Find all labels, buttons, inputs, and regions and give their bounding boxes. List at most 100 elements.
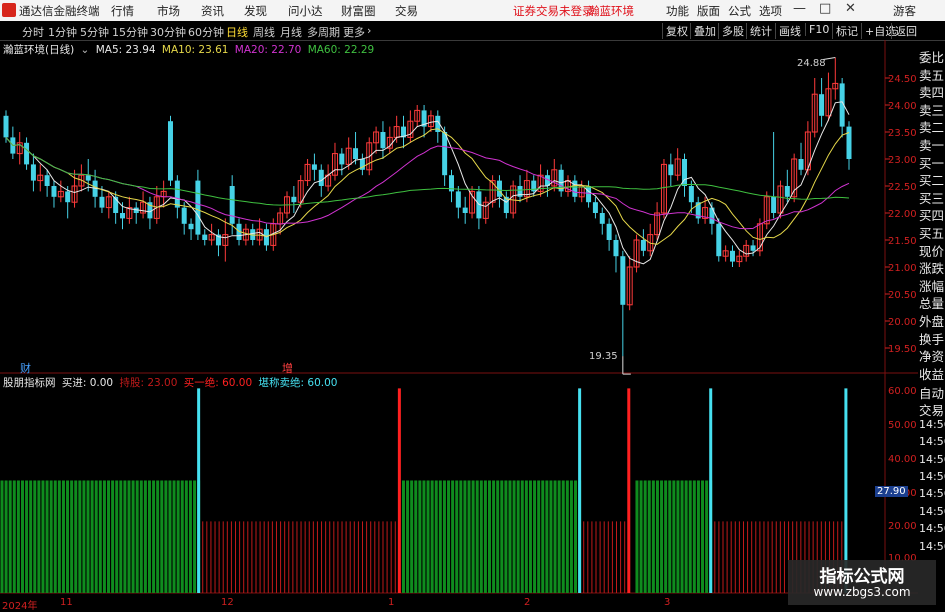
- menu-item-discover[interactable]: 发现: [244, 3, 267, 19]
- period-60min[interactable]: 60分钟: [188, 24, 224, 40]
- side-panel-item[interactable]: 卖四: [919, 82, 944, 101]
- side-panel-item[interactable]: 买四: [919, 205, 944, 224]
- signal-bar: [41, 480, 45, 593]
- period-30min[interactable]: 30分钟: [150, 24, 186, 40]
- user-label[interactable]: 游客: [893, 3, 916, 19]
- side-panel-item[interactable]: 卖二: [919, 117, 944, 136]
- side-panel-item[interactable]: 14:56: [919, 487, 945, 500]
- side-panel-item[interactable]: 买三: [919, 188, 944, 207]
- period-multi[interactable]: 多周期: [307, 24, 340, 40]
- signal-bar: [463, 480, 467, 593]
- restore-rights-button[interactable]: 复权: [662, 23, 688, 39]
- chevron-down-icon[interactable]: ⌄: [81, 44, 90, 56]
- period-monthly[interactable]: 月线: [280, 24, 302, 40]
- period-15min[interactable]: 15分钟: [112, 24, 148, 40]
- signal-bar: [512, 480, 516, 593]
- side-panel-item[interactable]: 涨幅: [919, 276, 944, 295]
- f10-button[interactable]: F10: [805, 23, 829, 36]
- side-panel-item[interactable]: 买五: [919, 223, 944, 242]
- side-panel-item[interactable]: 买一: [919, 153, 944, 172]
- signal-bar: [102, 480, 106, 593]
- signal-bar: [57, 480, 61, 593]
- side-panel-item[interactable]: 现价: [919, 241, 944, 260]
- side-panel-item[interactable]: 买二: [919, 170, 944, 189]
- period-weekly[interactable]: 周线: [253, 24, 275, 40]
- multi-stock-button[interactable]: 多股: [718, 23, 744, 39]
- side-panel-item[interactable]: 委比: [919, 47, 944, 66]
- candle-body: [599, 213, 605, 224]
- add-marker[interactable]: 增: [282, 360, 293, 376]
- finance-marker[interactable]: 财: [20, 360, 31, 376]
- time-tick: 2024年: [2, 601, 38, 612]
- side-panel-item[interactable]: 14:56: [919, 453, 945, 466]
- side-panel-item[interactable]: 14:56: [919, 540, 945, 553]
- signal-bar: [684, 480, 688, 593]
- kline-chart[interactable]: [0, 40, 918, 609]
- quote-side-panel: 委比 卖五 卖四 卖三 卖二 卖一 买一 买二 买三 买四 买五 现价 涨跌 涨幅 总量 外盘 换手 净资 收益 自动…: [918, 40, 945, 609]
- menu-item-options[interactable]: 选项: [759, 3, 782, 19]
- side-panel-item[interactable]: 自动: [919, 383, 944, 402]
- candle-body: [709, 207, 715, 224]
- back-button[interactable]: 返回: [891, 23, 917, 39]
- side-panel-item[interactable]: 收益: [919, 364, 944, 383]
- side-panel-item[interactable]: 14:56: [919, 435, 945, 448]
- period-timeshare[interactable]: 分时: [22, 24, 44, 40]
- side-panel-item[interactable]: 卖五: [919, 65, 944, 84]
- signal-bar: [574, 480, 578, 593]
- draw-line-button[interactable]: 画线: [775, 23, 801, 39]
- signal-bar: [422, 480, 426, 593]
- signal-bar: [668, 480, 672, 593]
- side-panel-item[interactable]: 14:56: [919, 522, 945, 535]
- signal-bar: [528, 480, 532, 593]
- menu-item-news[interactable]: 资讯: [201, 3, 224, 19]
- side-panel-item[interactable]: 14:56: [919, 470, 945, 483]
- overlay-button[interactable]: 叠加: [690, 23, 716, 39]
- chevron-right-icon[interactable]: ›: [367, 24, 371, 37]
- side-panel-item[interactable]: 外盘: [919, 311, 944, 330]
- watermark-title: 指标公式网: [819, 567, 905, 587]
- signal-bar: [20, 480, 24, 593]
- menu-item-wealth[interactable]: 财富圈: [341, 3, 376, 19]
- side-panel-item[interactable]: 14:56: [919, 418, 945, 431]
- side-panel-item[interactable]: 卖三: [919, 100, 944, 119]
- menu-item-quotes[interactable]: 行情: [111, 3, 134, 19]
- signal-bar: [418, 480, 422, 593]
- stats-button[interactable]: 统计: [746, 23, 772, 39]
- side-panel-item[interactable]: 卖一: [919, 135, 944, 154]
- menu-item-formula[interactable]: 公式: [728, 3, 751, 19]
- candle-body: [819, 94, 825, 116]
- side-panel-item[interactable]: 净资: [919, 346, 944, 365]
- period-1min[interactable]: 1分钟: [48, 24, 77, 40]
- side-panel-item[interactable]: 涨跌: [919, 258, 944, 277]
- signal-bar: [516, 480, 520, 593]
- candle-body: [339, 153, 345, 165]
- maximize-icon[interactable]: □: [819, 1, 831, 16]
- signal-bar: [147, 480, 151, 593]
- candle-body: [613, 240, 619, 257]
- cursor-value-badge: 27.90: [875, 486, 908, 497]
- period-5min[interactable]: 5分钟: [80, 24, 109, 40]
- side-panel-item[interactable]: 总量: [919, 293, 944, 312]
- signal-bar: [438, 480, 442, 593]
- signal-bar: [647, 480, 651, 593]
- period-more[interactable]: 更多: [343, 24, 365, 40]
- minimize-icon[interactable]: —: [793, 1, 806, 16]
- candle-body: [729, 250, 735, 262]
- mark-button[interactable]: 标记: [832, 23, 858, 39]
- menu-item-layout[interactable]: 版面: [697, 3, 720, 19]
- menu-item-function[interactable]: 功能: [666, 3, 689, 19]
- signal-bar: [471, 480, 475, 593]
- menu-item-ask[interactable]: 问小达: [288, 3, 323, 19]
- close-icon[interactable]: ✕: [845, 1, 856, 16]
- menu-item-trade[interactable]: 交易: [395, 3, 418, 19]
- side-panel-item[interactable]: 14:56: [919, 505, 945, 518]
- login-notice[interactable]: 证券交易未登录: [513, 3, 594, 19]
- sell-all-label: 买一绝: 60.00: [183, 377, 253, 389]
- y-tick: 23.50: [888, 128, 917, 139]
- side-panel-item[interactable]: 换手: [919, 329, 944, 348]
- signal-bar: [545, 480, 549, 593]
- signal-bar: [401, 480, 405, 593]
- period-daily[interactable]: 日线: [226, 24, 248, 40]
- side-panel-item[interactable]: 交易: [919, 400, 944, 419]
- menu-item-market[interactable]: 市场: [157, 3, 180, 19]
